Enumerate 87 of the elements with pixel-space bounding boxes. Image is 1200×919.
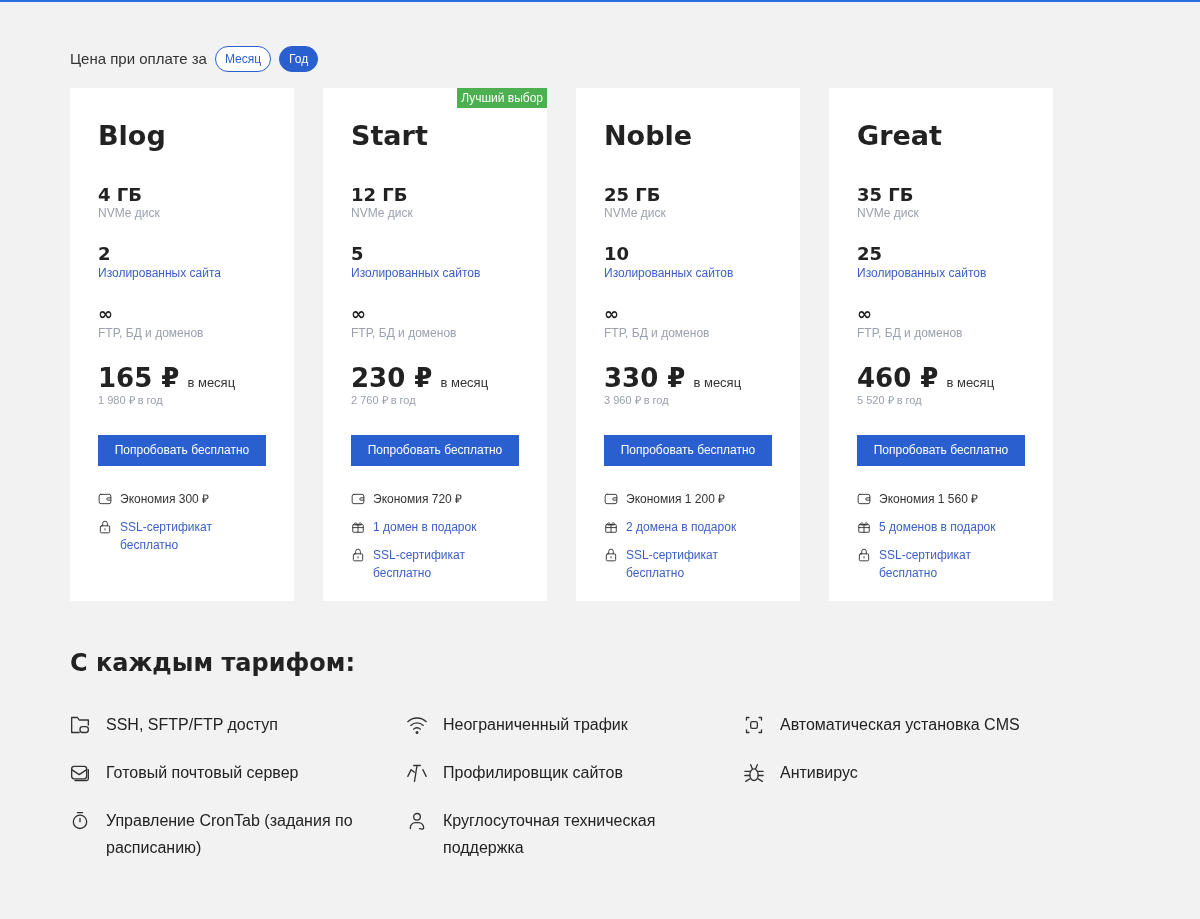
perk-text: Экономия 1 200 ₽ <box>626 491 726 508</box>
folder-icon <box>70 715 90 735</box>
period-toggle[interactable]: Год <box>279 46 319 72</box>
mail-icon <box>70 763 90 783</box>
feature-text: Автоматическая установка CMS <box>780 715 1020 735</box>
disk-label: NVMe диск <box>351 205 414 223</box>
sites-count: 2 <box>98 244 112 265</box>
period-toggle[interactable]: Месяц <box>214 46 272 72</box>
perk-text: Экономия 300 ₽ <box>120 491 210 508</box>
yearly-price: 1 980 ₽ в год <box>98 393 164 409</box>
perk-text: SSL-сертификат бесплатно <box>626 547 719 582</box>
lock-icon <box>857 548 871 562</box>
feature-text: Профилировщик сайтов <box>443 763 623 783</box>
sites-label: Изолированных сайтов <box>857 265 988 283</box>
ftp-count: ∞ <box>98 304 114 324</box>
ftp-label: FTP, БД и доменов <box>604 324 711 342</box>
feature-text: Круглосуточная техническая поддержка <box>443 811 657 858</box>
perk-text: 5 доменов в подарок <box>879 519 996 536</box>
plan-name: Noble <box>604 119 694 153</box>
wallet-icon <box>857 492 871 506</box>
price-period: в месяц <box>187 373 236 392</box>
price: 460 ₽ <box>857 363 939 393</box>
ftp-count: ∞ <box>857 304 873 324</box>
sites-count: 25 <box>857 244 884 265</box>
plan-name: Blog <box>98 119 167 153</box>
price: 230 ₽ <box>351 363 433 393</box>
gift-icon <box>604 520 618 534</box>
bug-icon <box>744 763 764 783</box>
yearly-price: 2 760 ₽ в год <box>351 393 417 409</box>
wallet-icon <box>98 492 112 506</box>
plan-name: Start <box>351 119 429 153</box>
yearly-price: 3 960 ₽ в год <box>604 393 670 409</box>
try-free-button[interactable]: Попробовать бесплатно <box>604 435 772 466</box>
price-period: в месяц <box>693 373 742 392</box>
wifi-icon <box>407 715 427 735</box>
yearly-price: 5 520 ₽ в год <box>857 393 923 409</box>
wallet-icon <box>351 492 365 506</box>
gift-icon <box>351 520 365 534</box>
sites-count: 5 <box>351 244 365 265</box>
price-period-label: Цена при оплате за <box>70 48 207 69</box>
feature-text: Управление CronTab (задания по расписанию) <box>106 811 354 858</box>
perk-text: Экономия 1 560 ₽ <box>879 491 979 508</box>
perk-text: SSL-сертификат бесплатно <box>120 519 213 554</box>
sites-label: Изолированных сайтов <box>351 265 482 283</box>
perk-text: 2 домена в подарок <box>626 519 737 536</box>
sites-label: Изолированных сайта <box>98 265 222 283</box>
support-agent-icon <box>407 811 427 831</box>
ftp-label: FTP, БД и доменов <box>857 324 964 342</box>
price-period: в месяц <box>440 373 489 392</box>
price: 165 ₽ <box>98 363 180 393</box>
perk-text: 1 домен в подарок <box>373 519 477 536</box>
disk-size: 25 ГБ <box>604 184 662 205</box>
price-period: в месяц <box>946 373 995 392</box>
ftp-label: FTP, БД и доменов <box>351 324 458 342</box>
sites-label: Изолированных сайтов <box>604 265 735 283</box>
gift-icon <box>857 520 871 534</box>
ftp-count: ∞ <box>604 304 620 324</box>
perk-text: Экономия 720 ₽ <box>373 491 463 508</box>
disk-label: NVMe диск <box>98 205 161 223</box>
section-title: С каждым тарифом: <box>70 648 356 679</box>
try-free-button[interactable]: Попробовать бесплатно <box>351 435 519 466</box>
stopwatch-icon <box>70 811 90 831</box>
ftp-count: ∞ <box>351 304 367 324</box>
disk-label: NVMe диск <box>604 205 667 223</box>
disk-label: NVMe диск <box>857 205 920 223</box>
disk-size: 35 ГБ <box>857 184 915 205</box>
gauge-icon <box>407 763 427 783</box>
lock-icon <box>351 548 365 562</box>
perk-text: SSL-сертификат бесплатно <box>373 547 466 582</box>
lock-icon <box>604 548 618 562</box>
feature-text: SSH, SFTP/FTP доступ <box>106 715 278 735</box>
try-free-button[interactable]: Попробовать бесплатно <box>98 435 266 466</box>
disk-size: 12 ГБ <box>351 184 409 205</box>
feature-text: Антивирус <box>780 763 858 783</box>
wallet-icon <box>604 492 618 506</box>
try-free-button[interactable]: Попробовать бесплатно <box>857 435 1025 466</box>
price: 330 ₽ <box>604 363 686 393</box>
plan-name: Great <box>857 119 943 153</box>
ftp-label: FTP, БД и доменов <box>98 324 205 342</box>
disk-size: 4 ГБ <box>98 184 143 205</box>
lock-icon <box>98 520 112 534</box>
feature-text: Неограниченный трафик <box>443 715 628 735</box>
perk-text: SSL-сертификат бесплатно <box>879 547 972 582</box>
install-icon <box>744 715 764 735</box>
sites-count: 10 <box>604 244 631 265</box>
feature-text: Готовый почтовый сервер <box>106 763 299 783</box>
best-choice-badge: Лучший выбор <box>457 88 547 108</box>
